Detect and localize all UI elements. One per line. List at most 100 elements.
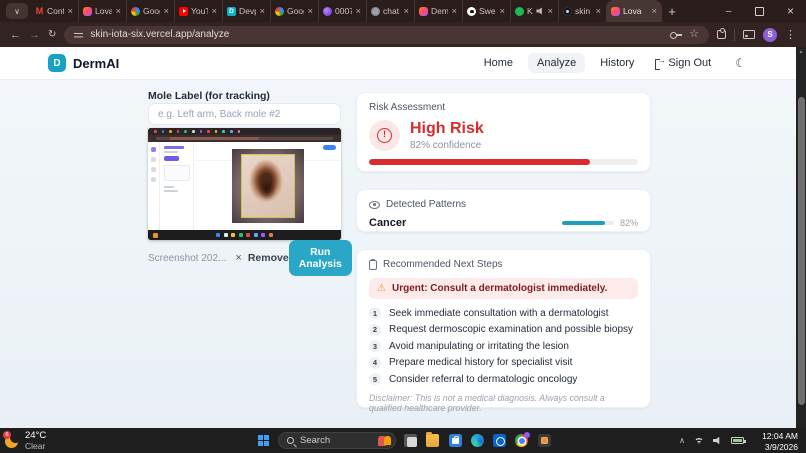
nav-analyze[interactable]: Analyze xyxy=(528,53,585,73)
preview-mini-taskbar-icon xyxy=(153,233,158,238)
step-item: 2 Request dermoscopic examination and po… xyxy=(369,324,638,336)
browser-tab-strip: Conf Lova Goog YouT Devp Goog 0007 chat xyxy=(0,0,806,22)
tab-close-icon[interactable] xyxy=(595,6,601,17)
browser-menu-icon[interactable] xyxy=(785,28,796,41)
browser-tab[interactable]: Conf xyxy=(30,0,78,22)
mole-label-text: Mole Label (for tracking) xyxy=(148,90,270,102)
step-text: Request dermoscopic examination and poss… xyxy=(389,324,633,335)
extensions-icon[interactable] xyxy=(717,30,726,39)
maximize-button[interactable] xyxy=(744,0,775,22)
tab-search-button[interactable] xyxy=(6,3,28,19)
scrollbar-up-arrow[interactable] xyxy=(796,47,806,57)
browser-tab[interactable]: chat xyxy=(366,0,414,22)
task-view-icon[interactable] xyxy=(404,434,417,447)
tab-close-icon[interactable] xyxy=(651,6,657,17)
browser-tab[interactable]: Swe xyxy=(462,0,510,22)
browser-tab[interactable]: Dem xyxy=(414,0,462,22)
clock-date: 3/9/2026 xyxy=(762,442,798,453)
urgent-text: Urgent: Consult a dermatologist immediat… xyxy=(392,283,607,294)
screen-share-icon[interactable] xyxy=(743,30,755,39)
taskbar-clock[interactable]: 12:04 AM 3/9/2026 xyxy=(762,431,798,452)
risk-card-title: Risk Assessment xyxy=(369,102,638,113)
edge-icon[interactable] xyxy=(471,434,484,447)
tab-title: chat xyxy=(383,6,400,16)
risk-row: High Risk 82% confidence xyxy=(369,120,638,151)
profile-avatar[interactable]: S xyxy=(763,28,777,42)
close-window-button[interactable] xyxy=(775,0,806,22)
windows-taskbar: 6 24°C Clear Search 12:04 AM 3/9/2026 xyxy=(0,428,806,453)
browser-tab[interactable]: Devp xyxy=(222,0,270,22)
tab-close-icon[interactable] xyxy=(451,6,457,17)
weather-widget[interactable]: 6 24°C Clear xyxy=(5,430,46,452)
chrome-icon[interactable] xyxy=(515,434,528,447)
mole-label-input[interactable] xyxy=(148,103,341,125)
browser-tab[interactable]: K xyxy=(510,0,558,22)
new-tab-button[interactable] xyxy=(662,0,682,22)
sign-out-button[interactable]: Sign Out xyxy=(649,53,717,73)
risk-progress-fill xyxy=(369,159,590,165)
remove-file-x-icon[interactable] xyxy=(235,253,241,263)
microsoft-store-icon[interactable] xyxy=(449,434,462,447)
site-settings-icon[interactable] xyxy=(74,31,83,39)
lovable-icon xyxy=(83,7,92,16)
sign-out-label: Sign Out xyxy=(668,57,711,69)
browser-tab[interactable]: Goog xyxy=(126,0,174,22)
browser-tab[interactable]: YouT xyxy=(174,0,222,22)
gmail-icon xyxy=(35,7,44,16)
browser-tab[interactable]: skin xyxy=(558,0,606,22)
reload-button[interactable]: ↻ xyxy=(48,29,56,40)
tab-close-icon[interactable] xyxy=(67,6,73,17)
tab-title: Devp xyxy=(239,6,256,16)
outlook-icon[interactable] xyxy=(493,434,506,447)
wifi-icon[interactable] xyxy=(694,437,704,445)
eye-icon xyxy=(369,201,380,209)
tab-close-icon[interactable] xyxy=(499,6,505,17)
browser-tab[interactable]: Lova xyxy=(78,0,126,22)
url-text[interactable]: skin-iota-six.vercel.app/analyze xyxy=(90,29,663,40)
preview-mini-rail xyxy=(148,142,160,230)
taskbar-search[interactable]: Search xyxy=(278,432,396,449)
password-key-icon[interactable] xyxy=(670,31,682,38)
page-scrollbar[interactable] xyxy=(796,47,806,428)
run-analysis-button[interactable]: Run Analysis xyxy=(289,240,352,276)
main-nav: Home Analyze History Sign Out xyxy=(475,53,746,73)
forward-button[interactable]: → xyxy=(29,29,40,41)
screen-recorder-icon[interactable] xyxy=(538,434,551,447)
clock-time: 12:04 AM xyxy=(762,431,798,442)
risk-level: High Risk xyxy=(410,120,484,138)
step-text: Avoid manipulating or irritating the les… xyxy=(389,341,569,352)
tab-audio-icon[interactable] xyxy=(536,7,544,15)
web-page: D DermAI Home Analyze History Sign Out M… xyxy=(0,47,806,428)
browser-tab[interactable]: Goog xyxy=(270,0,318,22)
tab-close-icon[interactable] xyxy=(163,6,169,17)
browser-tab-active[interactable]: Lova xyxy=(606,0,662,22)
tab-close-icon[interactable] xyxy=(355,6,361,17)
scrollbar-thumb[interactable] xyxy=(798,97,805,405)
volume-icon[interactable] xyxy=(713,436,722,445)
theme-toggle-moon-icon[interactable] xyxy=(735,56,746,70)
nav-history[interactable]: History xyxy=(591,53,643,73)
address-bar[interactable]: skin-iota-six.vercel.app/analyze xyxy=(64,26,709,44)
nav-home[interactable]: Home xyxy=(475,53,522,73)
bookmark-star-icon[interactable] xyxy=(689,29,699,40)
tab-close-icon[interactable] xyxy=(259,6,265,17)
start-button[interactable] xyxy=(258,435,269,446)
disclaimer-text: Disclaimer: This is not a medical diagno… xyxy=(369,393,638,413)
minimize-button[interactable] xyxy=(713,0,744,22)
detected-patterns-card: Detected Patterns Cancer 82% xyxy=(356,189,651,232)
step-number: 2 xyxy=(369,324,381,336)
back-button[interactable]: ← xyxy=(10,29,21,41)
browser-tab[interactable]: 0007 xyxy=(318,0,366,22)
file-explorer-icon[interactable] xyxy=(426,434,439,447)
pattern-progress-track xyxy=(562,221,614,225)
battery-icon[interactable] xyxy=(731,437,744,444)
tab-close-icon[interactable] xyxy=(211,6,217,17)
remove-button[interactable]: Remove xyxy=(248,252,289,264)
tray-chevron-icon[interactable] xyxy=(679,437,685,445)
preview-mini-button xyxy=(323,145,336,150)
tab-close-icon[interactable] xyxy=(547,6,553,17)
tab-close-icon[interactable] xyxy=(307,6,313,17)
step-item: 5 Consider referral to dermatologic onco… xyxy=(369,373,638,385)
tab-close-icon[interactable] xyxy=(403,6,409,17)
tab-close-icon[interactable] xyxy=(115,6,121,17)
